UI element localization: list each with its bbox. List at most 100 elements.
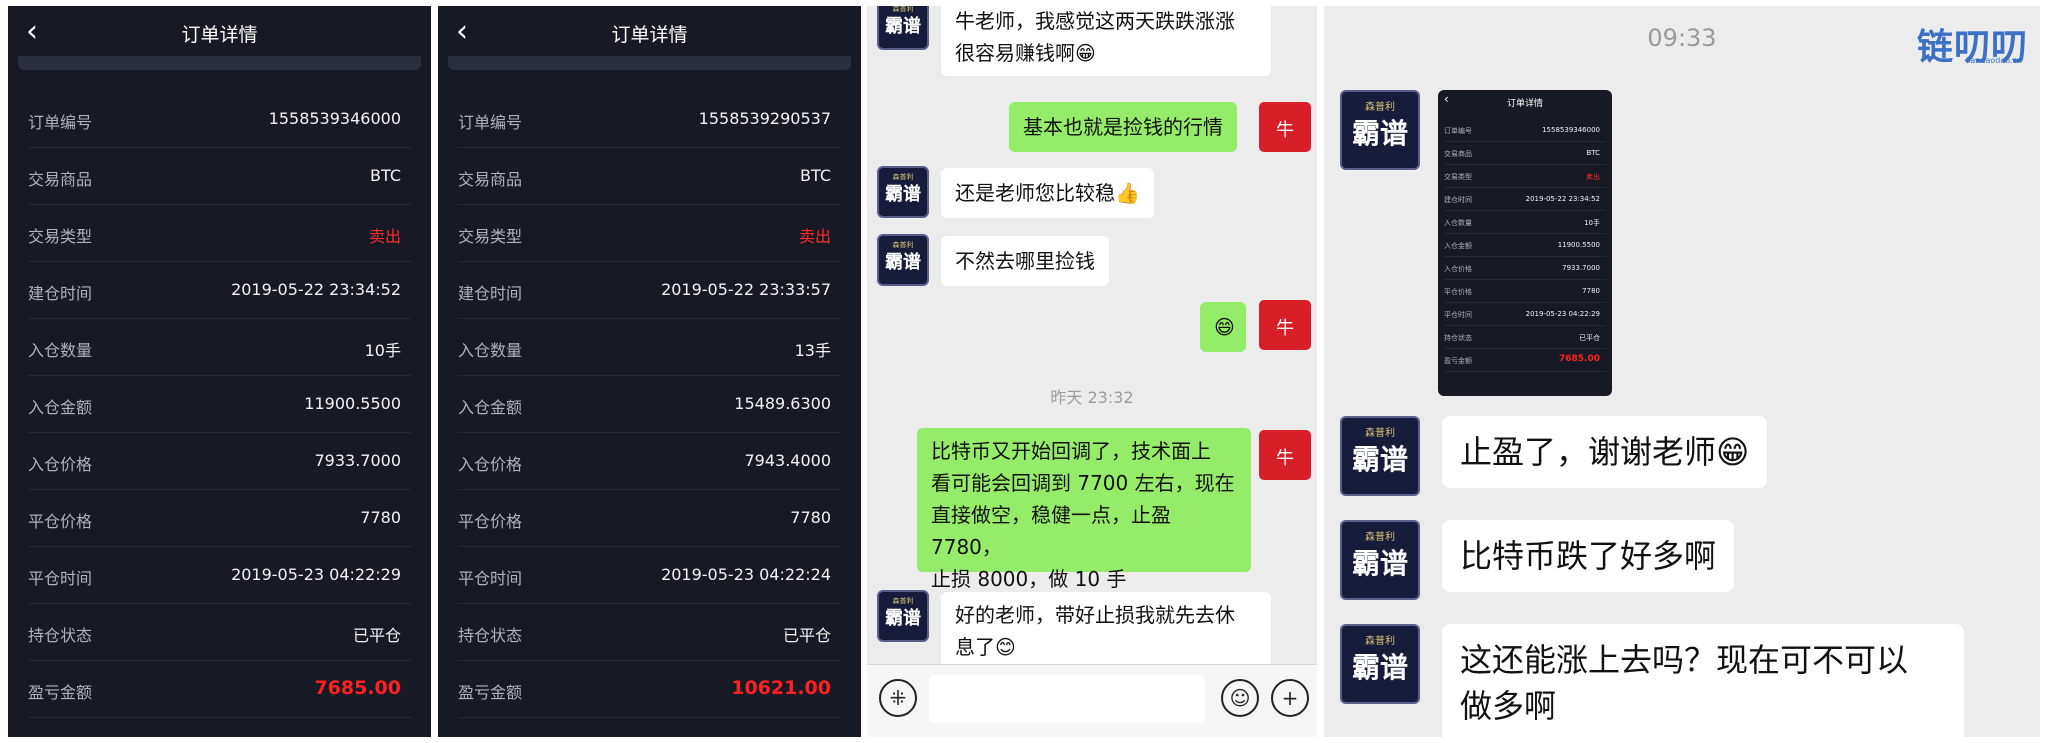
chat-panel-1: 森普利 霸谱 牛老师，我感觉这两天跌跌涨涨 很容易赚钱啊😁 基本也就是捡钱的行情… — [867, 6, 1317, 737]
order-detail-panel-2: ‹ 订单详情 订单编号 1558539290537 交易商品 BTC 交易类型 卖出 … — [438, 6, 861, 737]
mini-title: 订单详情 — [1506, 99, 1543, 109]
user-avatar[interactable]: 森普利 霸谱 — [877, 6, 929, 50]
field-value: BTC — [800, 166, 831, 185]
message-bubble-outgoing[interactable]: 😄 — [1200, 302, 1246, 352]
message-bubble-incoming[interactable]: 还是老师您比较稳👍 — [941, 168, 1154, 218]
mini-label: 盈亏金额 — [1444, 357, 1472, 365]
field-label: 建仓时间 — [458, 284, 523, 303]
field-label: 盈亏金额 — [458, 683, 523, 702]
bot-avatar[interactable]: 牛 — [1259, 300, 1311, 350]
mini-label: 交易类型 — [1444, 173, 1472, 181]
emoji-icon[interactable]: ☺ — [1221, 679, 1259, 717]
field-close-price: 平仓价格 7780 — [458, 490, 841, 547]
message-bubble-incoming[interactable]: 好的老师，带好止损我就先去休 息了😊 — [941, 592, 1271, 670]
field-quantity: 入仓数量 10手 — [28, 319, 411, 376]
message-line: 这还能涨上去吗？现在可不可以 — [1460, 641, 1909, 679]
voice-icon[interactable]: ⁜ — [879, 679, 917, 717]
mini-field: 交易类型 卖出 — [1444, 164, 1606, 188]
user-avatar[interactable]: 森普利 霸谱 — [1340, 90, 1420, 170]
field-value: 已平仓 — [782, 626, 831, 645]
message-bubble-incoming[interactable]: 比特币跌了好多啊 — [1442, 520, 1735, 592]
watermark-logo: 链叨叨 liandaodao.cn — [1898, 18, 2028, 68]
field-value: 15489.6300 — [734, 394, 831, 413]
mini-field: 入仓数量 10手 — [1444, 210, 1606, 234]
message-input[interactable] — [929, 675, 1205, 723]
field-close-time: 平仓时间 2019-05-23 04:22:24 — [458, 547, 841, 604]
message-text: 基本也就是捡钱的行情 — [1023, 115, 1223, 139]
field-value: 卖出 — [798, 227, 831, 246]
message-line: 直接做空，稳健一点，止盈 7780， — [931, 503, 1171, 559]
user-avatar[interactable]: 森普利 霸谱 — [877, 234, 929, 286]
mini-label: 平仓价格 — [1444, 288, 1472, 296]
field-value: 卖出 — [368, 227, 401, 246]
mini-value: BTC — [1586, 149, 1600, 157]
avatar-brand-sub: 森普利 — [1365, 102, 1395, 113]
nav-header: ‹ 订单详情 — [8, 6, 431, 70]
field-profit-loss: 盈亏金额 7685.00 — [28, 661, 411, 718]
mini-value: 1558539346000 — [1542, 126, 1600, 134]
field-label: 平仓价格 — [458, 512, 523, 531]
mini-field: 持仓状态 已平仓 — [1444, 325, 1606, 349]
field-label: 盈亏金额 — [28, 683, 93, 702]
field-open-time: 建仓时间 2019-05-22 23:33:57 — [458, 262, 841, 319]
field-value: 7933.7000 — [314, 451, 401, 470]
message-text: 比特币跌了好多啊 — [1460, 537, 1717, 575]
message-bubble-incoming[interactable]: 不然去哪里捡钱 — [941, 236, 1109, 286]
message-text: 还是老师您比较稳👍 — [955, 181, 1140, 205]
field-label: 平仓时间 — [28, 569, 93, 588]
user-avatar[interactable]: 森普利 霸谱 — [877, 590, 929, 642]
user-avatar[interactable]: 森普利 霸谱 — [1340, 520, 1420, 600]
plus-icon[interactable]: + — [1271, 679, 1309, 717]
chat-panel-2: 09:33 链叨叨 liandaodao.cn 森普利 霸谱 ‹ 订单详情 订单… — [1324, 6, 2040, 737]
message-bubble-outgoing[interactable]: 基本也就是捡钱的行情 — [1009, 102, 1237, 152]
field-position-status: 持仓状态 已平仓 — [28, 604, 411, 661]
field-order-number: 订单编号 1558539290537 — [458, 91, 841, 148]
order-fields: 订单编号 1558539290537 交易商品 BTC 交易类型 卖出 建仓时间 201… — [458, 91, 841, 718]
user-avatar[interactable]: 森普利 霸谱 — [1340, 624, 1420, 704]
bot-avatar[interactable]: 牛 — [1259, 430, 1311, 480]
message-bubble-incoming[interactable]: 牛老师，我感觉这两天跌跌涨涨 很容易赚钱啊😁 — [941, 6, 1271, 76]
field-label: 入仓数量 — [458, 341, 523, 360]
header-shadow-bar — [448, 56, 851, 70]
mini-header: ‹ 订单详情 — [1438, 90, 1612, 114]
field-open-price: 入仓价格 7933.7000 — [28, 433, 411, 490]
mini-field: 交易商品 BTC — [1444, 141, 1606, 165]
avatar-brand-text: 霸谱 — [885, 252, 921, 273]
mini-label: 订单编号 — [1444, 127, 1472, 135]
bot-avatar[interactable]: 牛 — [1259, 102, 1311, 152]
field-value: 13手 — [794, 341, 831, 360]
field-value: 已平仓 — [352, 626, 401, 645]
avatar-brand-sub: 森普利 — [1365, 532, 1395, 543]
mini-value: 10手 — [1584, 219, 1600, 227]
screenshot-image-message[interactable]: ‹ 订单详情 订单编号 1558539346000 交易商品 BTC 交易类型 卖出 … — [1438, 90, 1612, 396]
avatar-brand-text: 霸谱 — [1351, 651, 1408, 684]
field-trade-type: 交易类型 卖出 — [28, 205, 411, 262]
mini-value: 2019-05-23 04:22:29 — [1525, 310, 1600, 318]
field-label: 平仓时间 — [458, 569, 523, 588]
mini-field: 入仓价格 7933.7000 — [1444, 256, 1606, 280]
bull-icon: 牛 — [1276, 448, 1294, 469]
message-bubble-incoming[interactable]: 止盈了，谢谢老师😁 — [1442, 416, 1768, 488]
message-bubble-incoming[interactable]: 这还能涨上去吗？现在可不可以 做多啊 — [1442, 624, 1964, 737]
field-label: 订单编号 — [458, 113, 523, 132]
field-close-time: 平仓时间 2019-05-23 04:22:29 — [28, 547, 411, 604]
field-label: 交易类型 — [458, 227, 523, 246]
field-value: 2019-05-23 04:22:24 — [661, 565, 831, 584]
user-avatar[interactable]: 森普利 霸谱 — [877, 166, 929, 218]
message-line: 很容易赚钱啊😁 — [955, 41, 1096, 65]
field-value: 1558539290537 — [698, 109, 831, 128]
field-value: 1558539346000 — [268, 109, 401, 128]
mini-field: 入仓金额 11900.5500 — [1444, 233, 1606, 257]
field-value: 7685.00 — [314, 677, 401, 699]
field-open-price: 入仓价格 7943.4000 — [458, 433, 841, 490]
message-bubble-outgoing[interactable]: 比特币又开始回调了，技术面上 看可能会回调到 7700 左右，现在 直接做空，稳… — [917, 428, 1251, 591]
mini-field: 平仓价格 7780 — [1444, 279, 1606, 303]
field-label: 入仓金额 — [458, 398, 523, 417]
bull-icon: 牛 — [1276, 120, 1294, 141]
message-text: 止盈了，谢谢老师😁 — [1460, 433, 1750, 471]
mini-label: 入仓金额 — [1444, 242, 1472, 250]
user-avatar[interactable]: 森普利 霸谱 — [1340, 416, 1420, 496]
field-amount: 入仓金额 11900.5500 — [28, 376, 411, 433]
field-label: 订单编号 — [28, 113, 93, 132]
message-text: 不然去哪里捡钱 — [955, 249, 1095, 273]
